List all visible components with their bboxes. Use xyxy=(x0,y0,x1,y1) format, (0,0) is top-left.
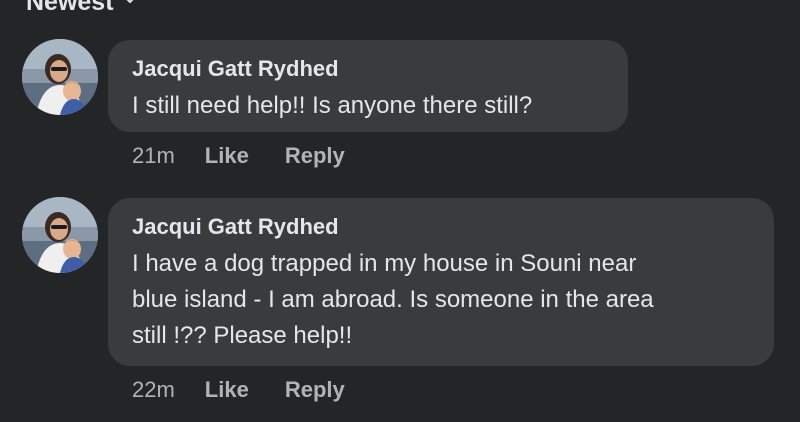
comment-text-line: I have a dog trapped in my house in Soun… xyxy=(132,250,637,277)
comment-bubble[interactable]: Jacqui Gatt Rydhed I have a dog trapped … xyxy=(108,198,774,366)
comments-panel: Newest Jacqui Gatt Rydhed I still need h… xyxy=(0,0,800,422)
reply-button[interactable]: Reply xyxy=(285,377,345,403)
comment-actions: 21m Like Reply xyxy=(132,143,381,169)
like-button[interactable]: Like xyxy=(205,377,249,403)
comment-timestamp[interactable]: 21m xyxy=(132,143,175,169)
profile-photo-icon xyxy=(22,197,98,273)
comment-actions: 22m Like Reply xyxy=(132,377,381,403)
reply-button[interactable]: Reply xyxy=(285,143,345,169)
sort-label: Newest xyxy=(26,0,114,16)
sort-dropdown[interactable]: Newest xyxy=(26,0,136,17)
comment-timestamp[interactable]: 22m xyxy=(132,377,175,403)
comment-author[interactable]: Jacqui Gatt Rydhed xyxy=(132,214,750,240)
avatar[interactable] xyxy=(22,39,98,115)
comment-text: I have a dog trapped in my house in Soun… xyxy=(132,246,750,354)
like-button[interactable]: Like xyxy=(205,143,249,169)
avatar[interactable] xyxy=(22,197,98,273)
comment-text-line: still !?? Please help!! xyxy=(132,322,353,349)
comment-text-line: blue island - I am abroad. Is someone in… xyxy=(132,286,654,313)
chevron-down-icon xyxy=(126,0,133,3)
comment-bubble[interactable]: Jacqui Gatt Rydhed I still need help!! I… xyxy=(108,40,628,132)
comment-text: I still need help!! Is anyone there stil… xyxy=(132,92,533,119)
comment-author[interactable]: Jacqui Gatt Rydhed xyxy=(132,56,604,82)
profile-photo-icon xyxy=(22,39,98,115)
